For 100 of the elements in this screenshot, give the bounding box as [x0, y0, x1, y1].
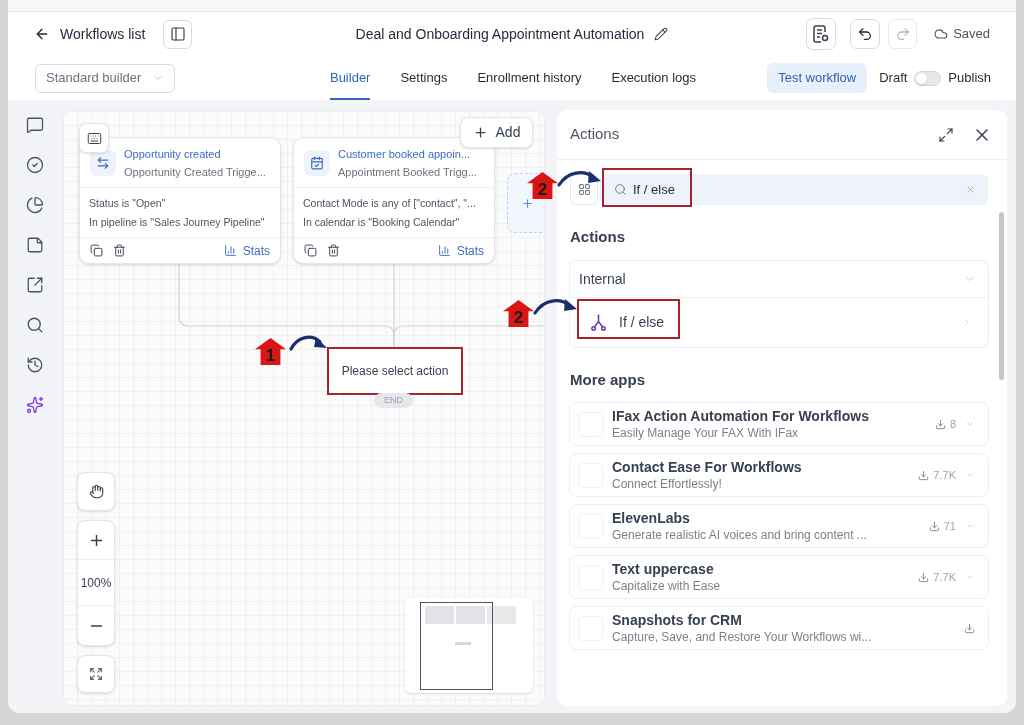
expand-icon[interactable]	[938, 126, 954, 143]
check-circle-icon[interactable]	[26, 156, 44, 174]
fit-view-icon	[89, 667, 103, 681]
keyboard-button[interactable]	[79, 123, 109, 153]
publish-label: Publish	[948, 69, 991, 88]
sparkles-icon[interactable]	[26, 396, 44, 414]
trigger-card[interactable]: Opportunity created Opportunity Created Trigge... Status is "Open" In pipeline is "Sales Journey Pipeline" Stats	[79, 137, 281, 264]
minus-icon	[90, 624, 102, 627]
copy-icon[interactable]	[304, 244, 317, 257]
condition-text: Contact Mode is any of ["contact", "...	[303, 196, 477, 210]
trigger-card[interactable]: Customer booked appoin... Appointment Booked Trigg... Contact Mode is any of ["contact", "... In calendar is "Booking Calendar" Stats	[293, 137, 495, 264]
sidebar-toggle-button[interactable]	[163, 19, 193, 49]
swap-arrows-icon	[90, 149, 116, 176]
search-field[interactable]: If / else	[600, 174, 988, 205]
curved-arrow	[532, 296, 578, 316]
trigger-title[interactable]: Customer booked appoin...	[338, 146, 477, 161]
pan-button[interactable]	[77, 472, 115, 511]
download-icon	[964, 622, 975, 634]
undo-icon	[857, 26, 874, 42]
trigger-subtitle: Opportunity Created Trigge...	[124, 164, 266, 179]
bar-chart-icon	[223, 244, 237, 257]
condition-text: In calendar is "Booking Calendar"	[303, 215, 461, 229]
action-item[interactable]: If / else	[570, 298, 988, 347]
app-name: IFax Action Automation For Workflows	[612, 407, 869, 425]
download-count: 8	[949, 416, 956, 432]
document-icon	[813, 25, 830, 43]
external-link-icon[interactable]	[26, 276, 44, 294]
grid-icon	[577, 183, 591, 196]
cloud-icon	[934, 27, 949, 41]
fit-view-button[interactable]	[77, 655, 115, 693]
action-node[interactable]: Please select action	[327, 347, 463, 395]
tab[interactable]: Settings	[400, 56, 448, 100]
copy-icon[interactable]	[90, 244, 103, 257]
trash-icon[interactable]	[113, 244, 126, 257]
condition-text: In pipeline is "Sales Journey Pipeline"	[89, 215, 266, 229]
app-item[interactable]: Contact Ease For Workflows Connect Effortlessly! 7.7K	[569, 453, 989, 497]
hand-icon	[88, 484, 104, 499]
download-icon	[918, 469, 930, 481]
calendar-check-icon	[304, 149, 330, 176]
app-name: Text uppercase	[612, 560, 715, 578]
curved-arrow	[556, 168, 602, 188]
test-workflow-button[interactable]: Test workflow	[767, 63, 868, 93]
app-name: Snapshots for CRM	[612, 611, 743, 629]
plus-icon	[90, 534, 102, 546]
draft-label: Draft	[879, 69, 908, 88]
plus-icon	[520, 196, 534, 210]
redo-icon	[894, 26, 911, 42]
comment-icon[interactable]	[26, 116, 44, 134]
add-button[interactable]: Add	[460, 117, 533, 148]
app-item[interactable]: Text uppercase Capitalize with Ease 7.7K	[569, 555, 989, 599]
download-count: 7.7K	[933, 569, 956, 585]
app-name: Contact Ease For Workflows	[612, 458, 802, 476]
download-icon	[934, 418, 946, 430]
search-icon[interactable]	[26, 316, 44, 334]
pie-chart-icon[interactable]	[26, 196, 44, 214]
back-link[interactable]: Workflows list	[34, 23, 146, 45]
stats-link[interactable]: Stats	[437, 241, 484, 260]
tab[interactable]: Enrollment history	[477, 56, 582, 100]
bar-chart-icon	[437, 244, 451, 257]
trigger-subtitle: Appointment Booked Trigg...	[338, 164, 477, 179]
app-description: Connect Effortlessly!	[612, 476, 723, 492]
group-header[interactable]: Internal	[570, 261, 988, 297]
save-status: Saved	[953, 25, 990, 44]
download-count: 7.7K	[933, 467, 956, 483]
trash-icon[interactable]	[327, 244, 340, 257]
history-icon[interactable]	[26, 356, 44, 374]
app-name: ElevenLabs	[612, 509, 691, 527]
zoom-level: 100%	[78, 560, 114, 606]
app-description: Capture, Save, and Restore Your Workflows wi...	[612, 629, 872, 645]
app-description: Capitalize with Ease	[612, 578, 721, 594]
condition-text: Status is "Open"	[89, 196, 167, 210]
plus-icon	[472, 125, 488, 140]
app-description: Easily Manage Your FAX With IFax	[612, 425, 800, 441]
section-heading: More apps	[569, 370, 645, 390]
trigger-title[interactable]: Opportunity created	[124, 146, 266, 161]
document-button[interactable]	[806, 18, 837, 50]
undo-button[interactable]	[850, 19, 881, 49]
pencil-icon[interactable]	[654, 27, 669, 41]
download-count: 71	[943, 518, 956, 534]
tab[interactable]: Execution logs	[611, 56, 697, 100]
stats-link[interactable]: Stats	[223, 241, 270, 260]
app-item[interactable]: Snapshots for CRM Capture, Save, and Restore Your Workflows wi...	[569, 606, 989, 650]
app-item[interactable]: ElevenLabs Generate realistic AI voices and bring content ... 71	[569, 504, 989, 548]
fork-icon	[591, 314, 606, 331]
scrollbar[interactable]	[999, 212, 1004, 380]
note-icon[interactable]	[26, 236, 44, 254]
end-label: END	[374, 393, 413, 408]
app-description: Generate realistic AI voices and bring content ...	[612, 527, 867, 543]
minimap[interactable]	[405, 598, 533, 693]
workflow-title: Deal and Onboarding Appointment Automation	[355, 24, 645, 44]
download-icon	[918, 571, 930, 583]
app-item[interactable]: IFax Action Automation For Workflows Easily Manage Your FAX With IFax 8	[569, 402, 989, 446]
download-icon	[928, 520, 940, 532]
publish-toggle[interactable]	[914, 70, 942, 86]
keyboard-icon	[86, 130, 102, 146]
builder-select[interactable]: Standard builder	[35, 63, 175, 93]
section-heading: Actions	[569, 227, 625, 247]
panel-icon	[169, 26, 186, 42]
search-icon	[614, 183, 627, 196]
panel-title: Actions	[570, 124, 620, 145]
